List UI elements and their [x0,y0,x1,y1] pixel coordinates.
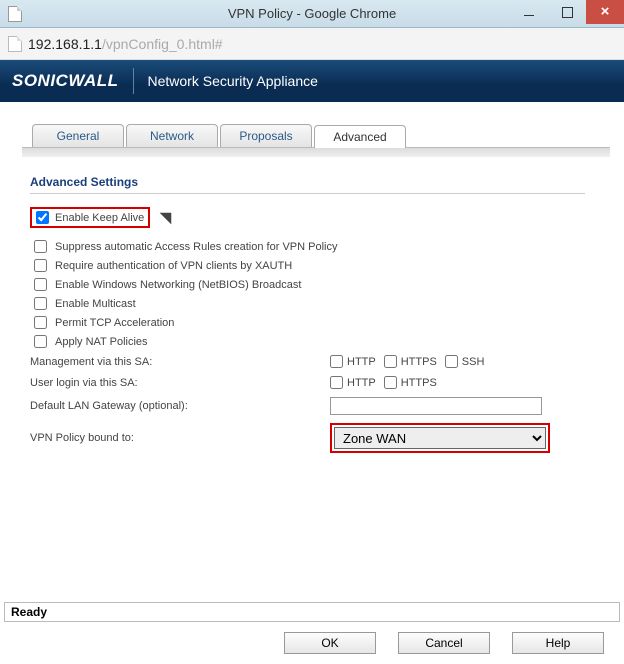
arrow-icon: ◥ [160,209,171,226]
label-keep-alive: Enable Keep Alive [55,212,144,224]
label-require-xauth: Require authentication of VPN clients by… [55,260,292,272]
status-bar: Ready [4,602,620,622]
address-bar[interactable]: 192.168.1.1/vpnConfig_0.html# [0,28,624,60]
checkbox-tcp-accel[interactable] [34,316,47,329]
tab-proposals[interactable]: Proposals [220,124,312,147]
label-lan-gateway: Default LAN Gateway (optional): [30,400,330,412]
window-close-button[interactable]: × [586,0,624,24]
checkbox-login-https[interactable] [384,376,397,389]
help-button[interactable]: Help [512,632,604,654]
cancel-button[interactable]: Cancel [398,632,490,654]
input-lan-gateway[interactable] [330,397,542,415]
checkbox-multicast[interactable] [34,297,47,310]
checkbox-netbios[interactable] [34,278,47,291]
label-login-http: HTTP [347,377,376,389]
label-netbios: Enable Windows Networking (NetBIOS) Broa… [55,279,301,291]
checkbox-mgmt-http[interactable] [330,355,343,368]
url-path: /vpnConfig_0.html# [102,36,223,52]
status-text: Ready [11,605,47,619]
label-suppress-rules: Suppress automatic Access Rules creation… [55,241,337,253]
highlight-keep-alive: Enable Keep Alive [30,207,150,228]
ok-button[interactable]: OK [284,632,376,654]
page-icon [8,36,22,52]
checkbox-mgmt-https[interactable] [384,355,397,368]
label-login-https: HTTPS [401,377,437,389]
label-multicast: Enable Multicast [55,298,136,310]
label-userlogin-sa: User login via this SA: [30,377,330,389]
tab-network[interactable]: Network [126,124,218,147]
url-host: 192.168.1.1 [28,36,102,52]
window-maximize-button[interactable] [548,0,586,24]
checkbox-keep-alive[interactable] [36,211,49,224]
checkbox-require-xauth[interactable] [34,259,47,272]
tab-strip: General Network Proposals Advanced [32,124,610,147]
label-tcp-accel: Permit TCP Acceleration [55,317,174,329]
window-title: VPN Policy - Google Chrome [228,6,396,21]
file-icon [8,6,22,22]
label-mgmt-http: HTTP [347,356,376,368]
label-apply-nat: Apply NAT Policies [55,336,148,348]
tab-underline [22,147,610,157]
window-titlebar: VPN Policy - Google Chrome × [0,0,624,28]
app-header: SONICWALL Network Security Appliance [0,60,624,102]
tab-advanced[interactable]: Advanced [314,125,406,148]
content-panel: Advanced Settings Enable Keep Alive ◥ Su… [0,157,624,457]
label-mgmt-ssh: SSH [462,356,485,368]
checkbox-apply-nat[interactable] [34,335,47,348]
label-bound-to: VPN Policy bound to: [30,432,330,444]
label-management-sa: Management via this SA: [30,356,330,368]
checkbox-mgmt-ssh[interactable] [445,355,458,368]
highlight-bound-to: Zone WAN [330,423,550,453]
brand-subtitle: Network Security Appliance [134,73,318,89]
brand-logo: SONICWALL [12,68,134,94]
select-bound-to[interactable]: Zone WAN [334,427,546,449]
label-mgmt-https: HTTPS [401,356,437,368]
tab-general[interactable]: General [32,124,124,147]
section-title: Advanced Settings [30,175,585,194]
checkbox-login-http[interactable] [330,376,343,389]
checkbox-suppress-rules[interactable] [34,240,47,253]
window-minimize-button[interactable] [510,0,548,24]
